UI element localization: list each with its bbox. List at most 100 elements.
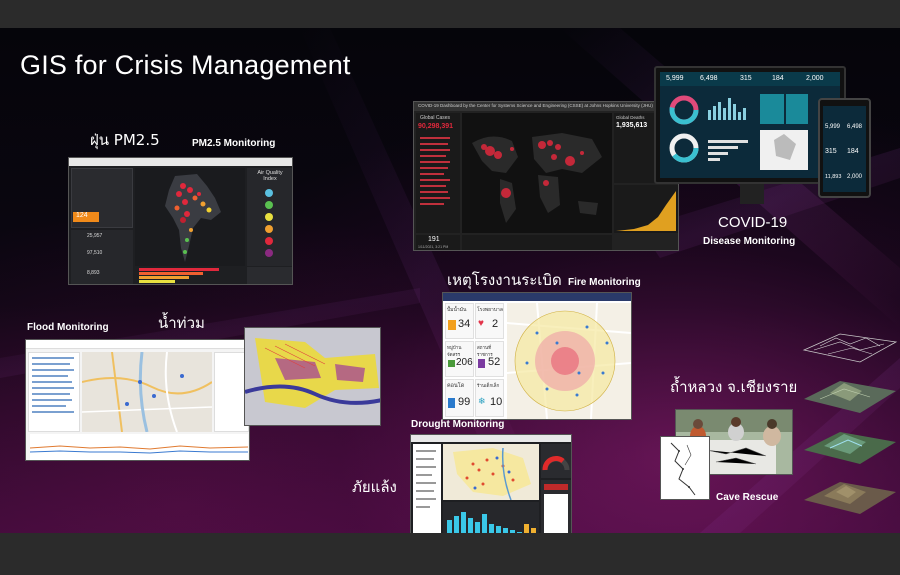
flood-risk-map — [244, 327, 381, 426]
snowflake-icon: ❄ — [478, 396, 486, 406]
covid-monitor-stat-2: 6,498 — [700, 75, 718, 82]
covid-monitor-screen: 5,999 6,498 315 184 2,000 — [660, 72, 840, 178]
pm25-thai-label: ฝุ่น PM2.5 — [90, 131, 160, 149]
covid-header-text: COVID-19 Dashboard by the Center for Sys… — [418, 103, 653, 108]
drought-dashboard-screenshot — [410, 434, 572, 533]
flood-station-list — [28, 352, 80, 432]
drought-sidebar-list — [413, 444, 441, 533]
covid-monitor-stat-4: 184 — [772, 75, 784, 82]
cave-map-sketch — [660, 436, 710, 500]
fire-dashboard-screenshot: ปั้มน้ำมัน 34 โรงพยาบาล ♥ 2 หมู่บ้านจัดส… — [442, 292, 632, 420]
fire-tile-government: สถานที่ราชการ 52 — [475, 341, 504, 377]
drought-header-bar — [411, 435, 571, 442]
terrain-layer-elevation — [804, 482, 896, 514]
covid-global-cases: 90,298,391 — [418, 123, 454, 130]
fire-tile-nursery-value: 10 — [490, 396, 503, 408]
covid-global-deaths: 1,935,613 — [616, 122, 648, 129]
covid-tablet-stat-3: 315 — [825, 148, 837, 155]
fire-thai-label: เหตุโรงงานระเบิด — [447, 271, 562, 289]
flood-header-bar — [26, 340, 249, 349]
fire-tile-condo: คอนโด 99 — [445, 379, 474, 417]
fire-tile-hospital-value: 2 — [492, 318, 499, 330]
covid-tablet: 5,999 6,498 315 184 11,893 2,000 — [818, 98, 871, 198]
fire-tile-hospital-label: โรงพยาบาล — [477, 307, 503, 313]
pm25-dashboard-screenshot: 124 25,957 97,510 8,893 Air Quality Inde… — [68, 157, 293, 285]
covid-tablet-stat-6: 2,000 — [847, 174, 863, 180]
cave-thai-label: ถ้ำหลวง จ.เชียงราย — [670, 378, 798, 396]
covid-header-bar: COVID-19 Dashboard by the Center for Sys… — [414, 102, 678, 111]
fire-tile-hospital: โรงพยาบาล ♥ 2 — [475, 303, 504, 339]
pm25-highlight-value: 124 — [76, 212, 88, 219]
drought-bar-chart — [443, 502, 539, 533]
fuel-pump-icon — [448, 320, 456, 330]
covid-tablet-stat-1: 5,999 — [825, 124, 841, 130]
fire-tile-government-value: 52 — [488, 356, 501, 368]
fire-impact-map — [507, 303, 631, 419]
fire-tile-gas-station-value: 34 — [458, 318, 471, 330]
fire-tile-gas-station-label: ปั้มน้ำมัน — [447, 307, 467, 313]
pm25-aqi-title: Air Quality Index — [257, 170, 283, 182]
covid-cases-trend-chart — [614, 185, 678, 233]
drought-thai-label: ภัยแล้ง — [352, 478, 397, 496]
fire-tile-housing-label: หมู่บ้านจัดสรร — [447, 345, 462, 357]
pm25-highlight-badge: 124 — [73, 212, 99, 222]
flag-icon — [478, 359, 485, 368]
slide-title: GIS for Crisis Management — [20, 50, 351, 80]
presentation-slide: GIS for Crisis Management ฝุ่น PM2.5 PM2… — [0, 28, 900, 533]
terrain-layer-contour — [804, 381, 896, 413]
covid-monitor-stat-3: 315 — [740, 75, 752, 82]
covid-monitor-stand — [740, 184, 764, 204]
fire-tile-condo-label: คอนโด — [447, 383, 465, 389]
covid-tablet-stat-4: 184 — [847, 148, 859, 155]
drought-gauge — [541, 444, 571, 478]
covid-tablet-screen: 5,999 6,498 315 184 11,893 2,000 — [823, 106, 866, 192]
covid-english-sublabel: Disease Monitoring — [703, 236, 796, 247]
covid-country-list — [420, 137, 450, 205]
pm25-english-label: PM2.5 Monitoring — [192, 138, 276, 149]
drought-side-panel — [541, 480, 571, 533]
covid-tablet-stat-2: 6,498 — [847, 124, 863, 130]
fire-english-label: Fire Monitoring — [568, 277, 641, 288]
covid-english-label: COVID-19 — [718, 214, 788, 231]
covid-monitor-stat-1: 5,999 — [666, 75, 684, 82]
covid-country-count-box: 191 1/11/2021, 3:21 PM — [416, 235, 460, 250]
pm25-counts-box: 25,957 97,510 8,893 — [71, 230, 133, 284]
building-icon — [448, 398, 455, 408]
terrain-layer-satellite — [804, 432, 896, 464]
fire-header-bar — [443, 293, 631, 301]
flood-english-label: Flood Monitoring — [27, 322, 109, 333]
covid-bottom-tabs — [462, 235, 612, 250]
drought-english-label: Drought Monitoring — [411, 419, 505, 430]
drought-sidebar-rows — [416, 450, 436, 508]
drought-map — [443, 444, 539, 500]
flood-dashboard-screenshot — [25, 339, 250, 461]
pm25-side-list — [247, 267, 292, 284]
heart-pulse-icon: ♥ — [478, 318, 484, 329]
fire-tile-gas-station: ปั้มน้ำมัน 34 — [445, 303, 474, 339]
covid-cases-panel: Global Cases 90,298,391 — [416, 113, 460, 233]
pm25-count-3: 8,893 — [87, 270, 100, 276]
fire-tile-condo-value: 99 — [458, 396, 471, 408]
pm25-header-bar — [69, 158, 292, 166]
flood-street-map — [82, 352, 212, 432]
terrain-layer-wireframe — [802, 333, 898, 363]
fire-tile-housing-value: 206 — [456, 357, 473, 368]
fire-tile-housing: หมู่บ้านจัดสรร 206 — [445, 341, 474, 377]
covid-global-cases-label: Global Cases — [420, 115, 451, 121]
flood-station-rows — [32, 357, 74, 413]
flood-thai-label: น้ำท่วม — [158, 314, 205, 332]
fire-tile-nursery: ร้านเด็กเล็ก ❄ 10 — [475, 379, 504, 417]
pm25-bar-chart — [139, 268, 219, 283]
covid-last-updated: 1/11/2021, 3:21 PM — [418, 245, 449, 249]
covid-monitor-stat-5: 2,000 — [806, 75, 824, 82]
fire-facility-tiles: ปั้มน้ำมัน 34 โรงพยาบาล ♥ 2 หมู่บ้านจัดส… — [445, 303, 505, 419]
covid-monitor-stat-bar: 5,999 6,498 315 184 2,000 — [660, 72, 840, 86]
house-icon — [448, 360, 455, 367]
cave-english-label: Cave Rescue — [716, 492, 779, 503]
covid-jhu-dashboard: COVID-19 Dashboard by the Center for Sys… — [413, 101, 679, 251]
covid-global-deaths-label: Global Deaths — [616, 115, 645, 120]
pm25-thailand-map — [135, 168, 245, 266]
fire-tile-nursery-label: ร้านเด็กเล็ก — [477, 383, 500, 388]
pm25-count-1: 25,957 — [87, 233, 103, 239]
covid-country-count: 191 — [428, 236, 440, 243]
